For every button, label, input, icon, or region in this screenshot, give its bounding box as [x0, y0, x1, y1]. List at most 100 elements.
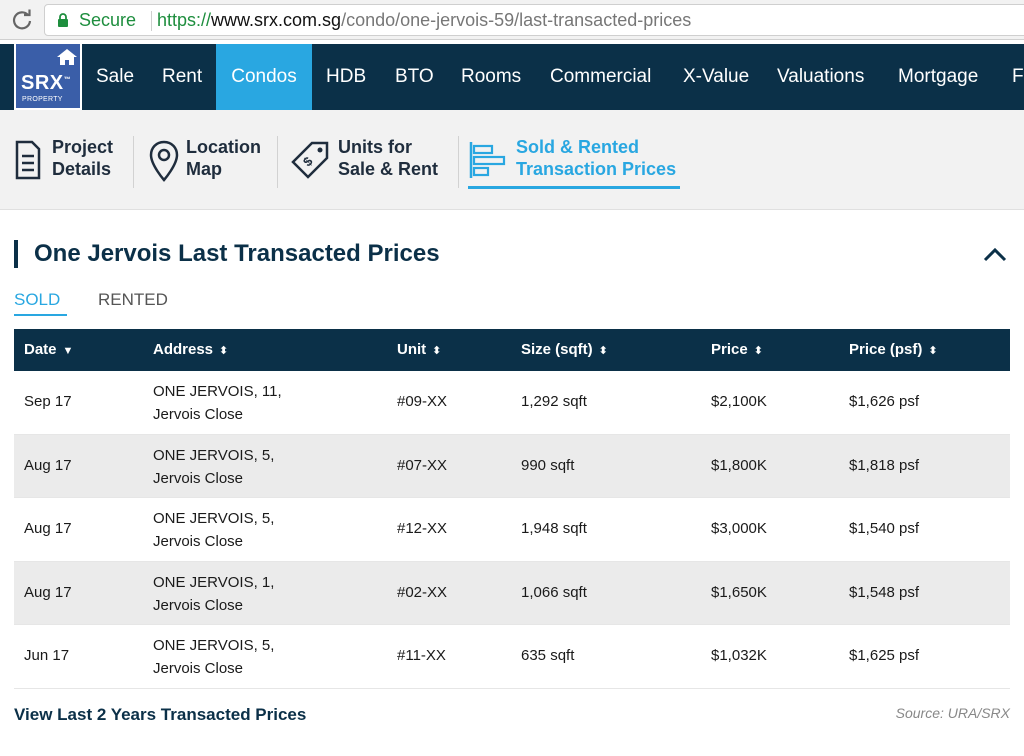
source-note: Source: URA/SRX	[895, 705, 1010, 721]
header-unit[interactable]: Unit ⬍	[397, 329, 441, 371]
header-psf[interactable]: Price (psf) ⬍	[849, 329, 938, 371]
section-accent-bar	[14, 240, 18, 268]
sort-desc-icon: ▼	[62, 345, 74, 357]
nav-rent[interactable]: Rent	[150, 44, 214, 110]
cell-date: Aug 17	[24, 520, 72, 537]
cell-size: 1,066 sqft	[521, 583, 587, 601]
header-date[interactable]: Date ▼	[24, 329, 73, 371]
divider	[458, 136, 459, 188]
lock-icon	[58, 13, 68, 27]
header-address[interactable]: Address ⬍	[153, 329, 228, 371]
tab-rented[interactable]: RENTED	[98, 290, 168, 310]
cell-unit: #12-XX	[397, 520, 448, 537]
cell-psf: $1,548 psf	[849, 583, 920, 601]
cell-date: Jun 17	[24, 647, 70, 664]
tab-label: Sold & Rented Transaction Prices	[516, 137, 677, 179]
transactions-table: Date ▼ Address ⬍ Unit ⬍ Size (sqft) ⬍ Price ⬍…	[14, 329, 1010, 689]
url-field[interactable]: Secure https://www.srx.com.sg/condo/one-…	[44, 4, 1024, 36]
table-row: Aug 17 ONE JERVOIS, 5, Jervois Close #07-…	[14, 434, 1010, 498]
table-row: Jun 17 ONE JERVOIS, 5, Jervois Close #11-…	[14, 625, 1010, 689]
cell-date: Aug 17	[24, 583, 72, 601]
cell-address: ONE JERVOIS, 5, Jervois Close	[153, 446, 275, 487]
sort-icon: ⬍	[753, 345, 763, 357]
section-title: One Jervois Last Transacted Prices	[34, 240, 440, 267]
tab-sold[interactable]: SOLD	[14, 290, 60, 310]
cell-date: Aug 17	[24, 456, 72, 474]
nav-rooms[interactable]: Rooms	[449, 44, 533, 110]
bar-list-icon	[469, 142, 506, 178]
nav-mortgage[interactable]: Mortgage	[886, 44, 990, 110]
table-header: Date ▼ Address ⬍ Unit ⬍ Size (sqft) ⬍ Price ⬍…	[14, 329, 1010, 371]
cell-address: ONE JERVOIS, 5, Jervois Close	[153, 637, 275, 677]
sort-icon: ⬍	[928, 345, 938, 357]
active-tab-indicator	[468, 186, 680, 189]
header-size[interactable]: Size (sqft) ⬍	[521, 329, 608, 371]
cell-date: Sep 17	[24, 393, 72, 410]
cell-size: 990 sqft	[521, 456, 575, 474]
logo-text: SRX™	[21, 72, 72, 94]
nav-commercial[interactable]: Commercial	[538, 44, 663, 110]
nav-hdb[interactable]: HDB	[314, 44, 378, 110]
divider	[133, 136, 134, 188]
tab-location-map[interactable]: Location Map	[148, 136, 268, 196]
cell-size: 1,292 sqft	[521, 393, 587, 410]
nav-sale[interactable]: Sale	[84, 44, 146, 110]
nav-x-value[interactable]: X-Value	[671, 44, 761, 110]
cell-address: ONE JERVOIS, 1, Jervois Close	[153, 573, 275, 614]
url-text: https://www.srx.com.sg/condo/one-jervois…	[157, 10, 691, 31]
cell-unit: #02-XX	[397, 583, 448, 601]
cell-psf: $1,626 psf	[849, 393, 920, 410]
tab-units-for-sale-rent[interactable]: $ Units for Sale & Rent	[290, 136, 450, 196]
cell-price: $2,100K	[711, 393, 767, 410]
cell-price: $1,800K	[711, 456, 767, 474]
browser-address-bar: Secure https://www.srx.com.sg/condo/one-…	[0, 0, 1024, 40]
main-navigation: SRX™ PROPERTY Sale Rent Condos HDB BTO R…	[0, 44, 1024, 110]
cell-price: $1,032K	[711, 647, 767, 664]
tab-label: Project Details	[52, 137, 114, 179]
map-pin-icon	[149, 140, 179, 182]
url-protocol: https://	[157, 10, 212, 30]
nav-more[interactable]: Fi	[1000, 44, 1024, 110]
secure-label: Secure	[79, 10, 137, 30]
cell-unit: #09-XX	[397, 393, 448, 410]
cell-psf: $1,625 psf	[849, 647, 920, 664]
nav-valuations[interactable]: Valuations	[765, 44, 876, 110]
tab-label: Location Map	[186, 137, 261, 179]
document-icon	[15, 140, 41, 180]
tab-project-details[interactable]: Project Details	[14, 136, 124, 196]
sort-icon: ⬍	[219, 345, 229, 357]
nav-condos[interactable]: Condos	[216, 44, 312, 110]
cell-unit: #11-XX	[397, 647, 446, 664]
sort-icon: ⬍	[598, 345, 608, 357]
chevron-up-icon[interactable]	[982, 244, 1008, 264]
cell-address: ONE JERVOIS, 5, Jervois Close	[153, 510, 275, 550]
nav-bto[interactable]: BTO	[383, 44, 446, 110]
cell-price: $1,650K	[711, 583, 767, 601]
srx-logo[interactable]: SRX™ PROPERTY	[14, 44, 82, 110]
table-row: Sep 17 ONE JERVOIS, 11, Jervois Close #09…	[14, 371, 1010, 435]
cell-price: $3,000K	[711, 520, 767, 537]
cell-address: ONE JERVOIS, 11, Jervois Close	[153, 383, 282, 423]
url-separator	[151, 11, 152, 31]
table-row: Aug 17 ONE JERVOIS, 5, Jervois Close #12-…	[14, 498, 1010, 562]
cell-unit: #07-XX	[397, 456, 448, 474]
svg-text:$: $	[300, 153, 316, 169]
logo-subtext: PROPERTY	[22, 96, 63, 103]
tab-label: Units for Sale & Rent	[338, 137, 439, 179]
price-tag-icon: $	[291, 141, 329, 179]
table-row: Aug 17 ONE JERVOIS, 1, Jervois Close #02-…	[14, 561, 1010, 625]
reload-icon[interactable]	[10, 8, 34, 32]
view-last-2-years-link[interactable]: View Last 2 Years Transacted Prices	[14, 705, 306, 725]
divider	[277, 136, 278, 188]
sold-tab-underline	[14, 314, 67, 316]
header-price[interactable]: Price ⬍	[711, 329, 763, 371]
house-icon	[57, 49, 77, 65]
url-host: www.srx.com.sg	[211, 10, 342, 30]
cell-psf: $1,540 psf	[849, 520, 920, 537]
sort-icon: ⬍	[432, 345, 442, 357]
url-path: /condo/one-jervois-59/last-transacted-pr…	[341, 10, 692, 30]
cell-psf: $1,818 psf	[849, 456, 920, 474]
project-subnav: Project Details Location Map $ Units for Sa…	[0, 110, 1024, 210]
cell-size: 1,948 sqft	[521, 520, 587, 537]
cell-size: 635 sqft	[521, 647, 575, 664]
